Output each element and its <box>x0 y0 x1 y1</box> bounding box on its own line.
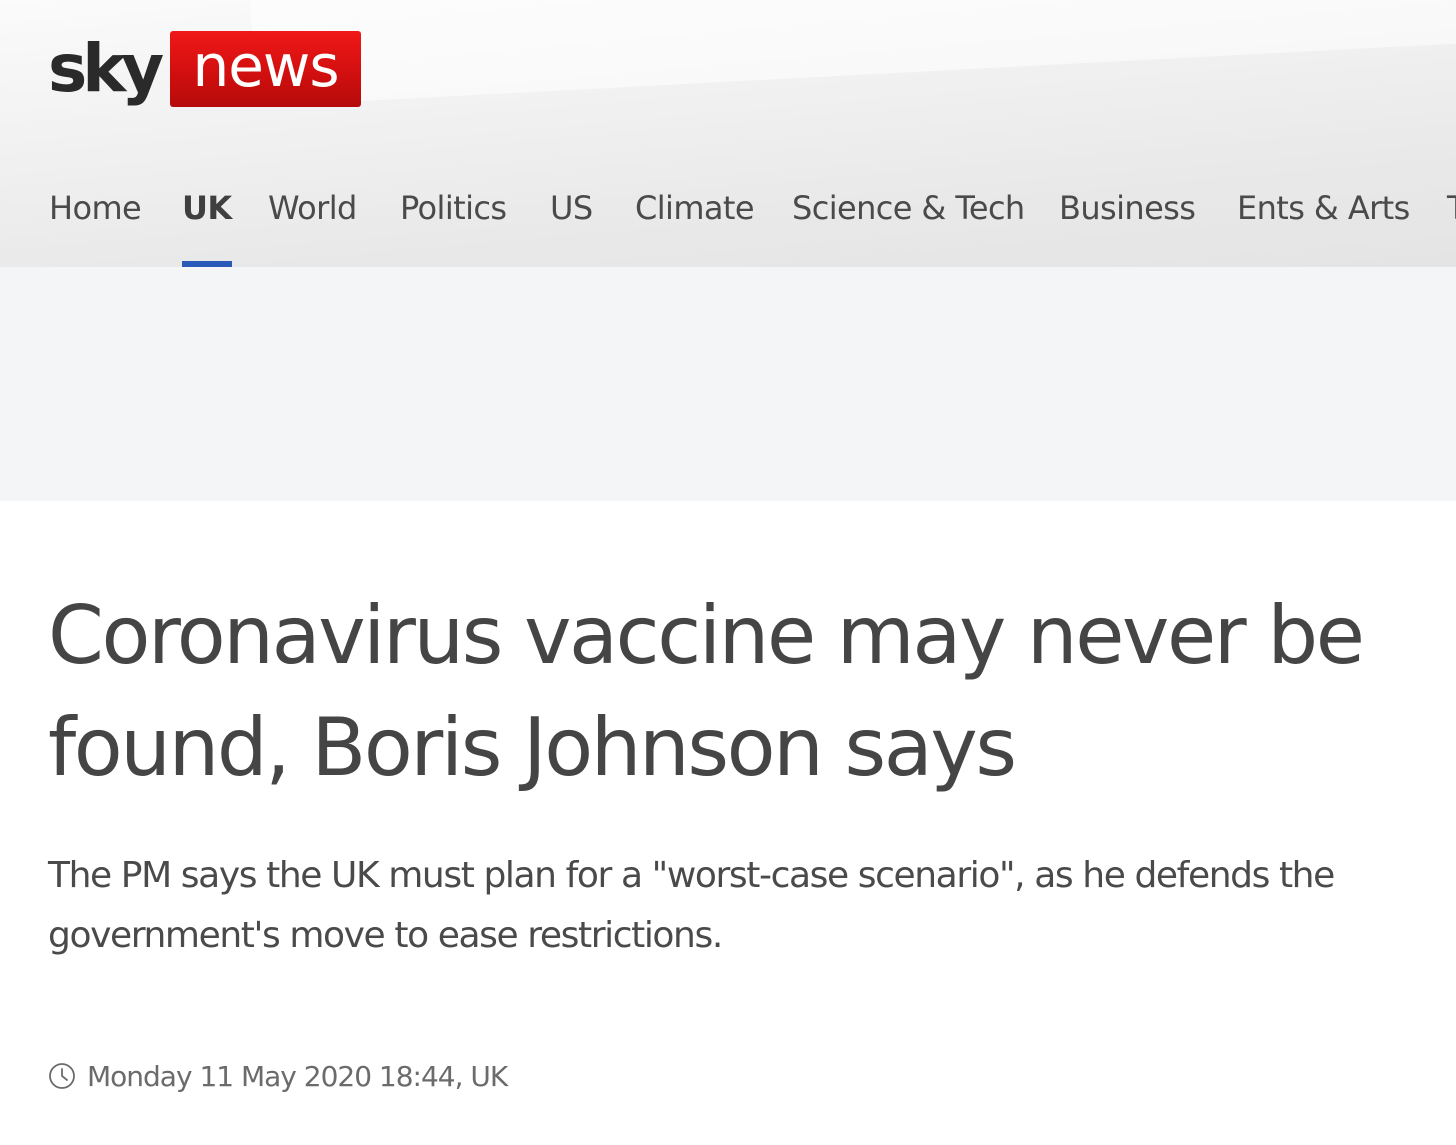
nav-item-home[interactable]: Home <box>49 180 142 267</box>
nav-item-climate[interactable]: Climate <box>635 180 755 267</box>
header-sheen <box>245 0 1456 107</box>
nav-item-truncated[interactable]: T <box>1447 180 1456 267</box>
logo-sky-wordmark: sky <box>48 30 164 107</box>
article-standfirst: The PM says the UK must plan for a "wors… <box>48 855 1335 956</box>
nav-item-business[interactable]: Business <box>1059 180 1196 267</box>
timestamp-text: Monday 11 May 2020 18:44, UK <box>87 1059 508 1093</box>
ad-placeholder-band <box>0 267 1456 501</box>
nav-item-uk-label: UK <box>182 189 232 227</box>
clock-icon <box>49 1063 75 1089</box>
article-timestamp: Monday 11 May 2020 18:44, UK <box>48 1056 508 1096</box>
page: sky news Home UK World Politics US Clima… <box>0 0 1456 1145</box>
article-headline: Coronavirus vaccine may never be found, … <box>48 589 1365 794</box>
nav-item-us[interactable]: US <box>550 180 593 267</box>
logo-news-badge: news <box>170 31 361 107</box>
nav-item-uk[interactable]: UK <box>182 180 232 267</box>
site-header: sky news Home UK World Politics US Clima… <box>0 0 1456 267</box>
nav-item-science-tech[interactable]: Science & Tech <box>792 180 1025 267</box>
nav-item-politics[interactable]: Politics <box>400 180 507 267</box>
nav-item-ents-arts[interactable]: Ents & Arts <box>1237 180 1410 267</box>
nav-item-world[interactable]: World <box>268 180 357 267</box>
